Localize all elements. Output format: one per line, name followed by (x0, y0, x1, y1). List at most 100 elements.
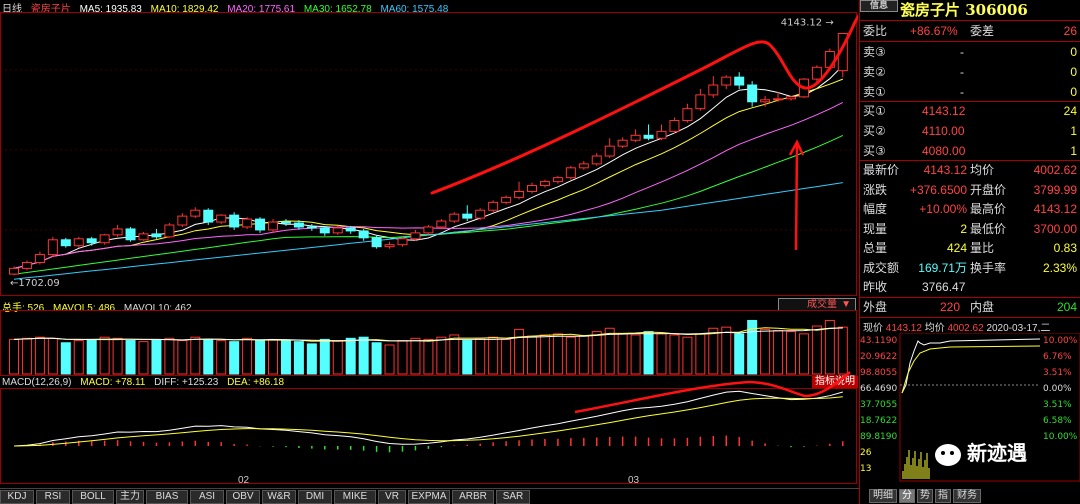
tab-obv[interactable]: OBV (226, 490, 260, 504)
sell-label: 卖② (863, 65, 886, 79)
volume-chart[interactable] (0, 310, 858, 376)
mini-left-tick: 89.8190 (860, 432, 897, 442)
quote-value: 0.83 (1053, 241, 1077, 255)
date-axis-02: 02 (238, 475, 250, 486)
sell-volume: 0 (1070, 45, 1077, 59)
candle (255, 217, 266, 233)
candle-body (34, 254, 45, 263)
candle (514, 181, 525, 200)
candle-body (9, 267, 19, 275)
right-tab-0[interactable]: 明细 (869, 489, 897, 503)
candle-body (462, 213, 473, 219)
candle-body (86, 238, 97, 244)
candle-body (488, 201, 499, 211)
candle-body (112, 228, 123, 236)
tab-rsi[interactable]: RSI (36, 490, 70, 504)
mini-right-tick: 10.00% (1043, 336, 1078, 346)
candle-body (695, 94, 706, 110)
volume-bar (475, 337, 486, 375)
candle (462, 205, 473, 222)
candle-body (203, 209, 214, 223)
tab-bias[interactable]: BIAS (146, 490, 188, 504)
chevron-down-icon: ▼ (841, 299, 851, 310)
tab-dmi[interactable]: DMI (298, 490, 332, 504)
watermark: 新迹遇 (935, 437, 1075, 473)
tab-mike[interactable]: MIKE (334, 490, 376, 504)
candle (99, 233, 110, 245)
candle-body (47, 239, 58, 256)
sell-price: - (960, 45, 964, 59)
right-tab-3[interactable]: 指 (935, 489, 951, 503)
quote-value: 3700.00 (1033, 221, 1077, 236)
candle-body (138, 233, 149, 241)
tab-sar[interactable]: SAR (496, 490, 530, 504)
candle (695, 88, 706, 111)
volume-bar (332, 340, 343, 375)
volume-bar (436, 336, 447, 375)
volume-bar (293, 341, 304, 375)
candle-body (630, 134, 641, 141)
volume-bar (371, 342, 382, 375)
kline-chart[interactable]: 4143.12 → ←1702.09 (0, 0, 858, 296)
buy-volume: 1 (1070, 124, 1077, 138)
mini-left-tick: 18.7622 (860, 416, 897, 426)
volume-bar (280, 340, 291, 375)
sell-row-2: 卖② - 0 (860, 62, 1080, 82)
volume-bar (643, 331, 654, 375)
tab-kdj[interactable]: KDJ (0, 490, 34, 504)
volume-bar (242, 337, 253, 375)
volume-bar (514, 328, 525, 375)
volume-bar (164, 337, 175, 375)
candle-body (345, 227, 356, 232)
candle (242, 217, 253, 229)
volume-bar (811, 325, 822, 375)
tab-[interactable]: 主力 (116, 490, 144, 504)
macd-chart[interactable] (0, 388, 858, 484)
volume-bar (423, 338, 434, 375)
candle (552, 175, 563, 184)
candle-body (229, 214, 240, 228)
sell-price: - (960, 65, 964, 79)
quote-value: +376.6500 (909, 182, 967, 197)
sell-volume: 0 (1070, 65, 1077, 79)
candle (125, 226, 136, 242)
volume-bar (591, 331, 602, 375)
tab-vr[interactable]: VR (378, 490, 406, 504)
candle-body (552, 177, 563, 183)
quote-row: 现量 2 最低价 3700.00 (860, 219, 1080, 239)
right-tab-1[interactable]: 分 (899, 489, 915, 503)
tab-expma[interactable]: EXPMA (408, 490, 450, 504)
mini-left-tick: 20.9622 (860, 352, 897, 362)
volume-bar (837, 326, 848, 375)
quote-label: 涨跌 (863, 182, 888, 197)
wechat-icon (935, 443, 961, 466)
tab-asi[interactable]: ASI (190, 490, 224, 504)
low-price-label: ←1702.09 (10, 278, 60, 289)
mini-chart-header: 现价 4143.12 均价 4002.62 2020-03-17,二 (863, 319, 1050, 334)
sell-volume: 0 (1070, 85, 1077, 99)
candle (34, 251, 45, 265)
candle (384, 241, 395, 249)
indicator-help-button[interactable]: 指标说明 (812, 376, 858, 388)
right-tab-4[interactable]: 财务 (953, 489, 981, 503)
right-tab-2[interactable]: 势 (917, 489, 933, 503)
volume-bar (539, 334, 550, 375)
tab-boll[interactable]: BOLL (72, 490, 114, 504)
candle-body (449, 213, 460, 222)
volume-bar (773, 330, 784, 375)
volume-bar (462, 340, 473, 375)
volume-bar (760, 328, 771, 375)
volume-bar (125, 340, 136, 375)
tab-wr[interactable]: W&R (262, 490, 296, 504)
info-tab[interactable]: 信息 (860, 0, 898, 12)
tab-arbr[interactable]: ARBR (452, 490, 494, 504)
volume-bar (682, 336, 693, 375)
quote-value: 4002.62 (1033, 163, 1077, 177)
candle-body (798, 78, 809, 98)
candle (60, 237, 71, 248)
mini-left-tick: 26 (860, 448, 872, 458)
candle-body (786, 96, 796, 100)
volume-bar (708, 327, 719, 375)
neipan-label: 内盘 (970, 300, 995, 314)
volume-bar (798, 333, 809, 375)
